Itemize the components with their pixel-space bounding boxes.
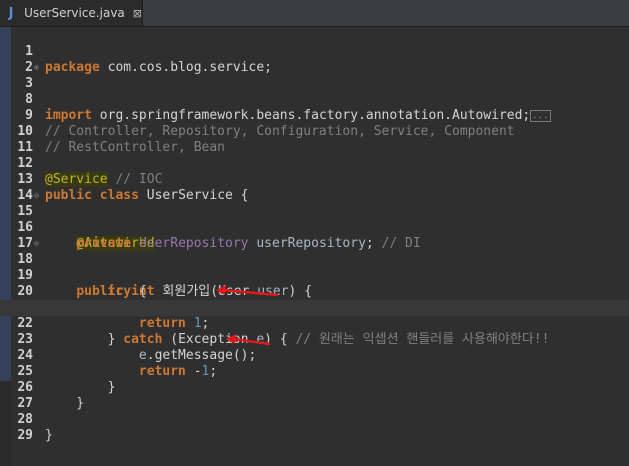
fold-collapse-icon[interactable]: ⊖ (34, 192, 42, 200)
editor-tab-bar: J UserService.java ⊠ (0, 0, 629, 27)
fold-collapse-icon[interactable]: ⊖ (34, 240, 42, 248)
code-line: 21 return 1; (0, 284, 629, 331)
java-file-icon: J (8, 5, 14, 21)
code-text: } (45, 428, 53, 443)
code-line: 15 ⊖ @Autowired (0, 188, 629, 251)
code-line: 18 ⊖ public int 회원가입(User user) { (0, 236, 629, 300)
code-editor[interactable]: 1 package com.cos.blog.service; 2 3 ⊕ im… (0, 27, 629, 466)
code-line: 14 (0, 172, 629, 203)
current-code-line: 22 } catch (Exception e) { // 원래는 익셉션 핸들… (0, 300, 629, 347)
close-icon[interactable]: ⊠ (133, 7, 142, 20)
code-line: 1 package com.cos.blog.service; (0, 28, 629, 75)
red-arrow-annotation (216, 285, 279, 297)
code-line: 10 // RestController, Bean (0, 108, 629, 155)
code-line: 13 public class UserService { (0, 156, 629, 203)
code-line: 24 return -1; (0, 332, 629, 379)
code-line: 19 try { (0, 252, 629, 299)
code-line: 29 (0, 412, 629, 443)
tab-title: UserService.java (24, 6, 125, 20)
line-number: 29 (17, 428, 33, 443)
red-arrow-annotation (226, 334, 271, 346)
tab-userservice-java[interactable]: J UserService.java ⊠ (0, 0, 143, 26)
code-line: 3 ⊕ import org.springframework.beans.fac… (0, 60, 629, 123)
code-line: 17 (0, 220, 629, 251)
code-line: 28 } (0, 396, 629, 443)
code-line: 27 (0, 380, 629, 411)
code-line: 23 e.getMessage(); (0, 316, 629, 363)
code-line: 8 (0, 76, 629, 107)
code-line: 20 userRepository.save(user); (0, 268, 629, 315)
fold-expand-icon[interactable]: ⊕ (34, 64, 42, 72)
code-line: 12 @Service // IOC (0, 140, 629, 187)
code-line: 16 private UserRepository userRepository… (0, 204, 629, 251)
code-line: 9 // Controller, Repository, Configurati… (0, 92, 629, 139)
code-line: 2 (0, 44, 629, 75)
code-line: 11 (0, 124, 629, 155)
code-line: 26 } (0, 364, 629, 411)
code-line: 25 } (0, 348, 629, 395)
